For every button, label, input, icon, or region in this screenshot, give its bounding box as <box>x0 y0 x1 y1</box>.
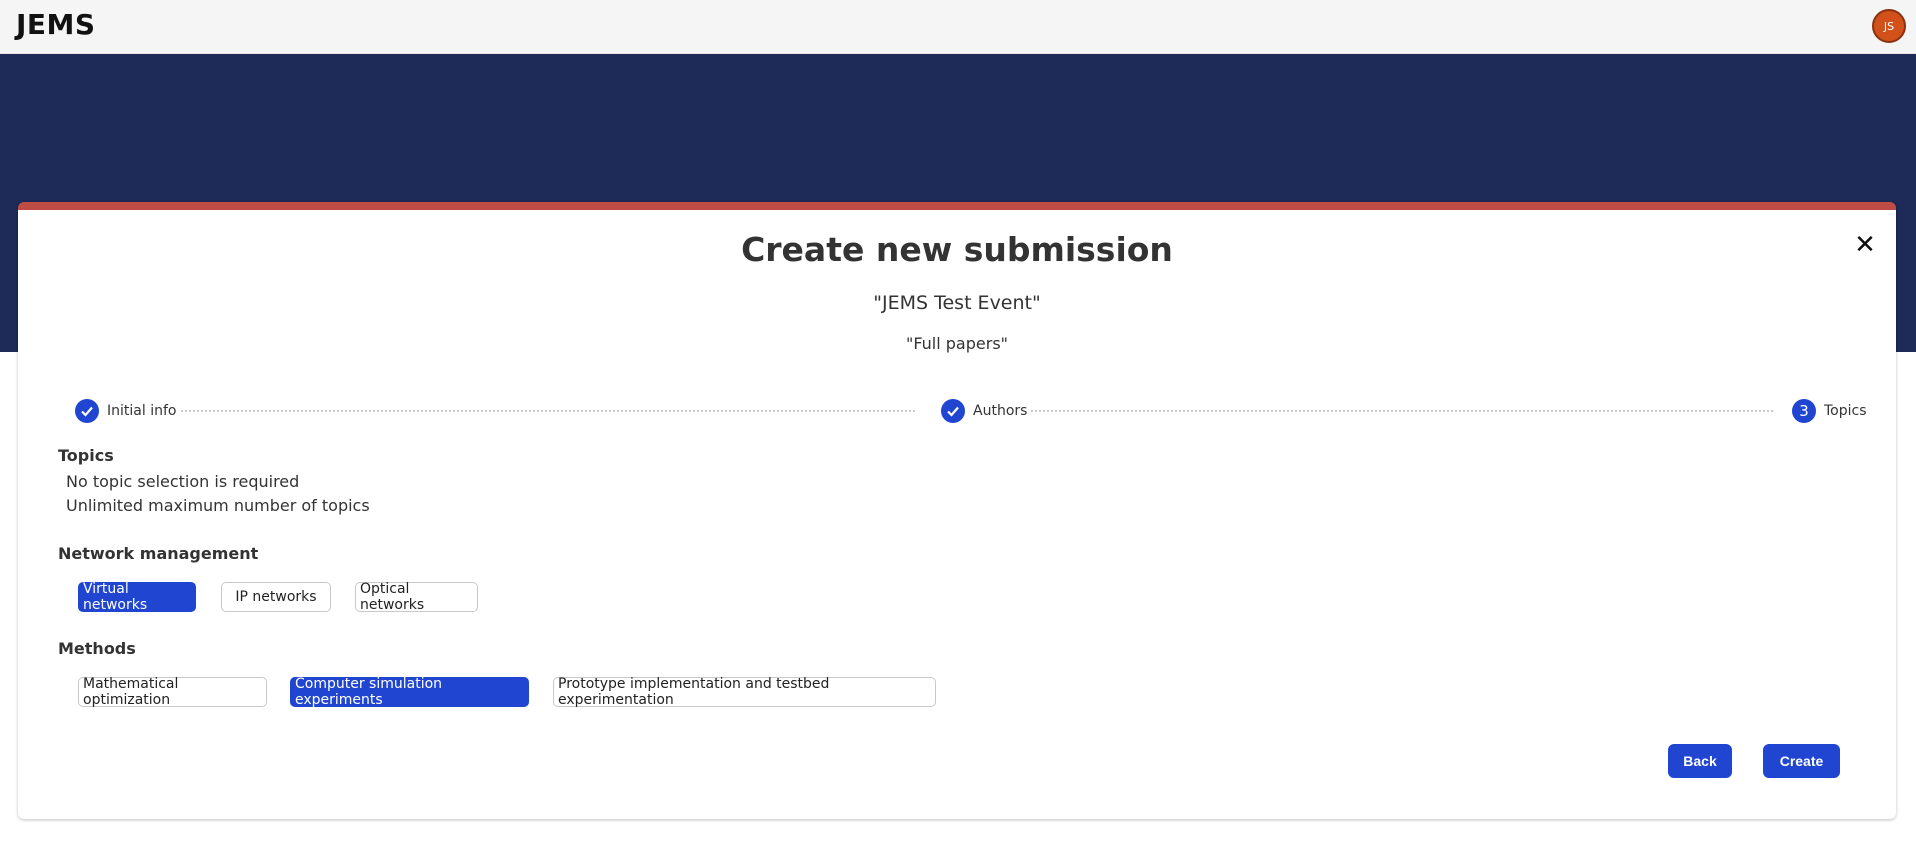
topics-heading: Topics <box>58 446 114 465</box>
app-logo[interactable]: JEMS <box>16 8 96 41</box>
topic-rule-required: No topic selection is required <box>66 472 300 491</box>
user-avatar[interactable]: JS <box>1872 9 1906 43</box>
event-name: "JEMS Test Event" <box>873 292 1041 314</box>
topic-rule-max: Unlimited maximum number of topics <box>66 496 370 515</box>
topic-virtual-networks[interactable]: Virtual networks <box>78 581 196 613</box>
topic-ip-networks[interactable]: IP networks <box>221 582 331 612</box>
topic-mathematical-optimization[interactable]: Mathematical optimization <box>78 676 267 708</box>
step-number: 3 <box>1792 399 1816 423</box>
topic-prototype-implementation[interactable]: Prototype implementation and testbed exp… <box>553 676 936 708</box>
check-icon <box>941 399 965 423</box>
step-label: Initial info <box>107 403 177 419</box>
topic-optical-networks[interactable]: Optical networks <box>355 581 478 613</box>
track-name: "Full papers" <box>905 334 1009 353</box>
group-title-methods: Methods <box>58 639 136 658</box>
step-label: Topics <box>1824 403 1867 419</box>
step-connector <box>181 410 915 412</box>
stepper: Initial info Authors 3 Topics <box>57 398 1869 424</box>
step-label: Authors <box>973 403 1028 419</box>
create-button[interactable]: Create <box>1763 744 1840 778</box>
step-authors[interactable]: Authors <box>941 398 1027 424</box>
step-topics[interactable]: 3 Topics <box>1792 398 1867 424</box>
group-title-network-management: Network management <box>58 544 259 563</box>
step-initial-info[interactable]: Initial info <box>75 398 176 424</box>
check-icon <box>75 399 99 423</box>
back-button[interactable]: Back <box>1668 744 1732 778</box>
top-bar: JEMS JS <box>0 0 1916 54</box>
submission-dialog: ✕ Create new submission "JEMS Test Event… <box>18 202 1896 819</box>
page-title: Create new submission <box>741 230 1173 269</box>
step-connector <box>1031 410 1773 412</box>
topic-computer-simulation-experiments[interactable]: Computer simulation experiments <box>290 676 529 708</box>
